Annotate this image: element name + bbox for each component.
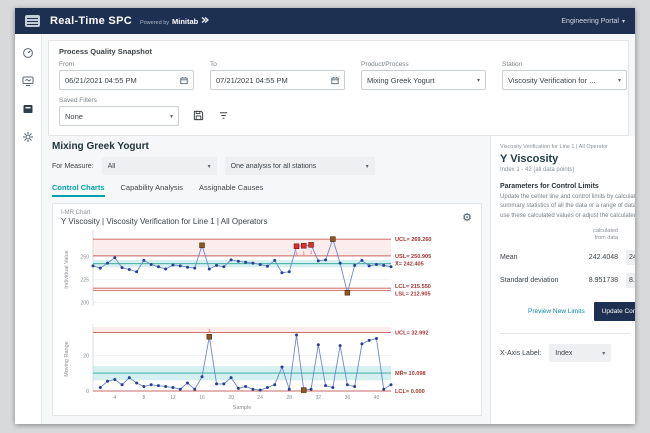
save-icon[interactable]	[193, 110, 204, 121]
panel-subtitle: Index 1 - 42 (all data points)	[500, 167, 575, 173]
svg-text:16: 16	[199, 395, 205, 401]
svg-text:20: 20	[228, 395, 234, 401]
station-select[interactable]: Viscosity Verification for ... ▾	[502, 70, 627, 90]
to-label: To	[210, 61, 217, 68]
divider	[500, 333, 630, 335]
parameters-panel: Viscosity Verification for Line 1 | All …	[490, 136, 635, 424]
tab-capability-analysis[interactable]: Capability Analysis	[121, 183, 184, 197]
svg-text:8: 8	[142, 395, 145, 401]
saved-filters-label: Saved Filters	[59, 97, 97, 104]
chevron-down-icon: ▾	[365, 163, 369, 170]
svg-text:Sample: Sample	[233, 405, 252, 411]
process-title: Mixing Greek Yogurt	[52, 141, 149, 152]
to-datetime-input[interactable]: 07/21/2021 04:55 PM	[210, 70, 345, 90]
tab-assignable-causes[interactable]: Assignable Causes	[199, 183, 263, 197]
svg-text:USL= 250.905: USL= 250.905	[395, 254, 431, 260]
chart-settings-gear-icon[interactable]: ⚙	[462, 213, 472, 224]
panel-title: Y Viscosity	[500, 153, 559, 165]
svg-text:0: 0	[86, 389, 89, 395]
powered-by-label: Powered by	[139, 20, 169, 26]
from-datetime-input[interactable]: 06/21/2021 04:55 PM	[59, 70, 194, 90]
chevron-down-icon: ▾	[169, 113, 173, 120]
calendar-icon	[331, 76, 339, 84]
svg-text:LCL= 215.550: LCL= 215.550	[395, 284, 431, 290]
saved-filters-select[interactable]: None ▾	[59, 106, 179, 126]
mean-row: Mean 242.4048 242.4048	[500, 250, 635, 266]
mean-label: Mean	[500, 254, 518, 262]
chevron-down-icon: ▾	[207, 163, 211, 170]
mean-calculated-value: 242.4048	[588, 254, 618, 262]
portal-label: Engineering Portal	[561, 17, 619, 25]
tab-bar: Control Charts Capability Analysis Assig…	[52, 183, 482, 197]
minitab-logo-icon	[201, 17, 210, 23]
chevron-down-icon: ▾	[476, 77, 480, 84]
storage-box-icon[interactable]	[22, 102, 35, 115]
svg-text:200: 200	[80, 300, 89, 306]
mean-input[interactable]: 242.4048	[626, 250, 635, 266]
svg-text:UCL= 269.260: UCL= 269.260	[395, 237, 432, 243]
top-bar: Real-Time SPC Powered by Minitab Enginee…	[15, 8, 635, 34]
svg-text:UCL= 32.992: UCL= 32.992	[395, 330, 428, 336]
stdev-input[interactable]: 8.951738	[626, 273, 635, 289]
settings-gear-icon[interactable]	[22, 130, 35, 143]
parameters-heading: Parameters for Control Limits	[500, 183, 599, 190]
panel-context: Viscosity Verification for Line 1 | All …	[500, 144, 609, 150]
chart-type-label: I-MR Chart	[61, 210, 91, 216]
filter-section-title: Process Quality Snapshot	[59, 47, 152, 56]
chevron-down-icon: ▾	[617, 77, 621, 84]
svg-text:4: 4	[113, 395, 116, 401]
monitor-message-icon[interactable]	[22, 74, 35, 87]
i-chart-svg: 200 225 250 UCL= 269.260 USL= 250.905 LCL= 21…	[64, 230, 432, 306]
from-label: From	[59, 61, 75, 68]
svg-text:Individual Value: Individual Value	[64, 250, 70, 288]
analysis-mode-select[interactable]: One analysis for all stations ▾	[224, 157, 375, 175]
product-process-select[interactable]: Mixing Greek Yogurt ▾	[361, 70, 486, 90]
x-axis-label: X-Axis Label:	[500, 349, 542, 357]
svg-text:Moving Range: Moving Range	[64, 341, 70, 376]
for-measure-label: For Measure:	[52, 162, 94, 170]
tab-control-charts[interactable]: Control Charts	[52, 183, 105, 197]
calendar-icon	[180, 76, 188, 84]
chevron-down-icon: ▾	[602, 350, 606, 357]
svg-text:12: 12	[170, 395, 176, 401]
stdev-calculated-value: 8.951738	[588, 277, 618, 285]
svg-text:20: 20	[83, 353, 89, 359]
parameters-description: Update the center line and control limit…	[500, 194, 635, 219]
svg-text:225: 225	[80, 278, 89, 284]
preview-new-limits-button[interactable]: Preview New Limits	[528, 308, 585, 315]
svg-text:MR̄= 10.098: MR̄= 10.098	[395, 370, 426, 377]
measure-select[interactable]: All ▾	[101, 157, 217, 175]
app-title: Real-Time SPC	[50, 15, 132, 27]
portal-selector[interactable]: Engineering Portal ▾	[561, 18, 625, 25]
app-window: Real-Time SPC Powered by Minitab Enginee…	[15, 8, 635, 424]
svg-text:36: 36	[345, 395, 351, 401]
station-label: Station	[502, 61, 523, 68]
powered-by: Powered by Minitab	[139, 16, 210, 26]
svg-text:40: 40	[374, 395, 380, 401]
calculated-from-data-header: calculated from data	[593, 227, 618, 242]
update-control-limits-button[interactable]: Update Control Limits	[593, 302, 635, 322]
chevron-down-icon: ▾	[621, 18, 625, 25]
minitab-brand: Minitab	[172, 17, 199, 26]
svg-text:32: 32	[316, 395, 322, 401]
hamburger-menu-icon[interactable]	[25, 15, 40, 27]
product-process-label: Product/Process	[361, 61, 409, 68]
svg-text:250: 250	[80, 255, 89, 261]
stdev-row: Standard deviation 8.951738 8.951738	[500, 273, 635, 289]
stdev-label: Standard deviation	[500, 277, 559, 285]
gauge-icon[interactable]	[22, 46, 35, 59]
mr-chart-svg: 0 20 4 8 12 16 20 24 28 32 36 40 Sample UCL= 32.992 LC…	[64, 324, 428, 411]
svg-text:28: 28	[286, 395, 292, 401]
sidebar	[15, 34, 42, 424]
filter-card: Process Quality Snapshot From 06/21/2021…	[48, 40, 629, 136]
svg-text:24: 24	[257, 395, 263, 401]
svg-text:LCL= 0.000: LCL= 0.000	[395, 389, 425, 395]
x-axis-select[interactable]: Index ▾	[549, 344, 612, 363]
chart-card: I-MR Chart Y Viscosity | Viscosity Verif…	[52, 203, 482, 416]
svg-text:LSL= 212.905: LSL= 212.905	[395, 292, 431, 298]
filter-funnel-icon[interactable]	[218, 110, 229, 121]
chart-title: Y Viscosity | Viscosity Verification for…	[61, 217, 268, 226]
svg-text:X̄= 242.405: X̄= 242.405	[395, 261, 424, 268]
